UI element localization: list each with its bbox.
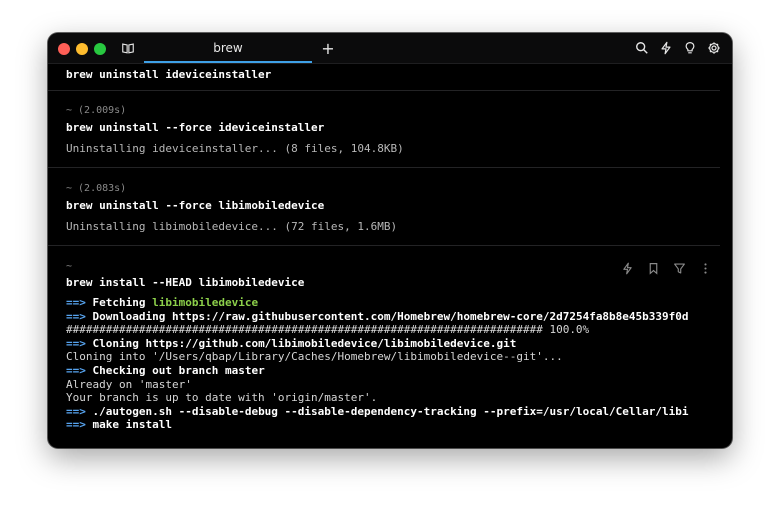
terminal-window: brew + brew uninstall ideviceinstaller ~… <box>48 33 732 448</box>
output-text: ########################################… <box>66 323 590 337</box>
arrow-marker: ==> <box>66 309 86 323</box>
output-line: Your branch is up to date with 'origin/m… <box>66 391 718 405</box>
output-text: Cloning into '/Users/qbap/Library/Caches… <box>66 350 563 364</box>
command-output: Uninstalling ideviceinstaller... (8 file… <box>66 142 404 155</box>
zoom-window-button[interactable] <box>94 43 106 55</box>
output-text: Your branch is up to date with 'origin/m… <box>66 391 378 405</box>
output-line: ########################################… <box>66 323 718 337</box>
output-text: Already on 'master' <box>66 377 192 391</box>
output-line: ==> ./autogen.sh --disable-debug --disab… <box>66 405 718 419</box>
command-text: brew uninstall --force ideviceinstaller <box>66 121 325 134</box>
highlighted-text: libimobiledevice <box>152 296 259 309</box>
output-line: ==> Downloading https://raw.githubuserco… <box>66 310 718 324</box>
output-line: ==> make install <box>66 418 718 432</box>
output-text: make install <box>92 418 172 432</box>
block-divider <box>48 90 720 91</box>
command-output: Uninstalling libimobiledevice... (72 fil… <box>66 220 398 233</box>
lightbulb-icon[interactable] <box>680 38 700 58</box>
command-output: ==> Fetching libimobiledevice ==> Downloa… <box>66 296 718 432</box>
command-duration: ~ (2.009s) <box>66 105 127 116</box>
output-text: Checking out branch master <box>92 363 265 377</box>
block-divider <box>48 167 720 168</box>
command-block[interactable]: ~ (2.009s) brew uninstall --force idevic… <box>66 104 718 156</box>
new-tab-button[interactable]: + <box>318 38 338 58</box>
title-bar: brew + <box>48 33 732 64</box>
output-text: Downloading https://raw.githubuserconten… <box>92 309 689 323</box>
output-line: ==> Fetching libimobiledevice <box>66 296 718 310</box>
active-command-block[interactable]: ~ brew install --HEAD libimobiledevice =… <box>66 260 718 432</box>
prompt-directory: ~ <box>66 261 73 272</box>
active-tab-indicator <box>144 61 312 63</box>
command-text: brew uninstall --force libimobiledevice <box>66 199 325 212</box>
gear-icon[interactable] <box>704 38 724 58</box>
command-text: brew uninstall ideviceinstaller <box>66 68 272 81</box>
arrow-marker: ==> <box>66 418 86 432</box>
output-line: Cloning into '/Users/qbap/Library/Caches… <box>66 350 718 364</box>
arrow-marker: ==> <box>66 363 86 377</box>
command-block[interactable]: brew uninstall ideviceinstaller <box>66 68 718 82</box>
command-text: brew install --HEAD libimobiledevice <box>66 276 305 289</box>
command-duration: ~ (2.083s) <box>66 183 127 194</box>
arrow-marker: ==> <box>66 336 86 350</box>
arrow-marker: ==> <box>66 404 86 418</box>
command-block[interactable]: ~ (2.083s) brew uninstall --force libimo… <box>66 182 718 234</box>
output-text: Cloning https://github.com/libimobiledev… <box>92 336 517 350</box>
plus-icon: + <box>321 38 335 58</box>
output-line: ==> Checking out branch master <box>66 364 718 378</box>
tab-brew[interactable]: brew <box>144 33 312 63</box>
output-text: ./autogen.sh --disable-debug --disable-d… <box>92 404 689 418</box>
output-text: Fetching <box>92 296 153 309</box>
output-line: ==> Cloning https://github.com/libimobil… <box>66 337 718 351</box>
output-line: Already on 'master' <box>66 378 718 392</box>
tab-title: brew <box>213 41 243 55</box>
search-icon[interactable] <box>632 38 652 58</box>
arrow-marker: ==> <box>66 296 86 309</box>
book-icon[interactable] <box>118 38 138 58</box>
block-divider <box>48 245 720 246</box>
close-window-button[interactable] <box>58 43 70 55</box>
terminal-output[interactable]: brew uninstall ideviceinstaller ~ (2.009… <box>48 64 732 448</box>
minimize-window-button[interactable] <box>76 43 88 55</box>
bolt-icon[interactable] <box>656 38 676 58</box>
